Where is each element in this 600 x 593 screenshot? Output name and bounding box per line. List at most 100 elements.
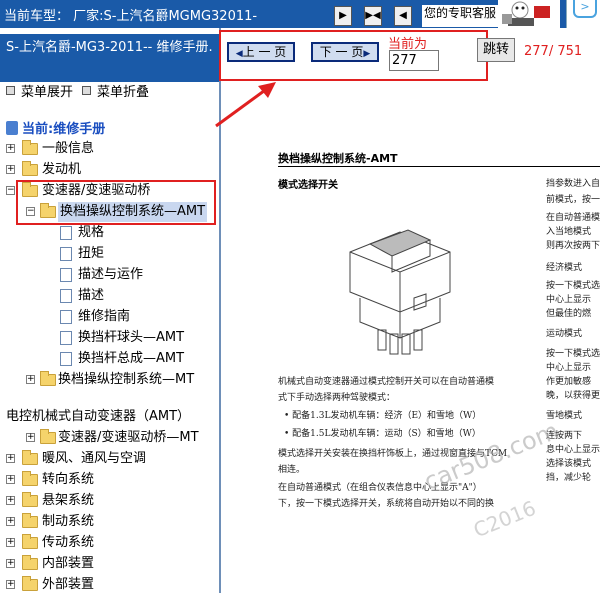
- doc-line: 按一下模式选: [546, 281, 600, 291]
- top-bar: 当前车型： 厂家:S-上汽名爵MGMG32011- ▶ ▶◀ ◀ 您的专职客服 …: [0, 0, 600, 28]
- tree-item-label: 换挡杆总成—AMT: [78, 351, 185, 366]
- tree-item-suspension[interactable]: + 悬架系统: [0, 491, 219, 511]
- tree-item-label: 内部装置: [42, 556, 95, 571]
- car-model-label: 当前车型： 厂家:S-上汽名爵MGMG32011-: [4, 9, 258, 24]
- doc-line: 则再次按两下: [546, 241, 600, 251]
- expand-toggle-icon[interactable]: +: [6, 454, 15, 463]
- expand-toggle-icon[interactable]: +: [6, 580, 15, 589]
- doc-line: 晚，以获得更: [546, 391, 600, 401]
- doc-line: 但最佳的燃: [546, 309, 592, 319]
- doc-line: 在自动普通模: [546, 213, 600, 223]
- tree-item-label: 外部装置: [42, 577, 95, 592]
- tree-item-repair-guide[interactable]: 维修指南: [0, 307, 219, 327]
- prev-page-button[interactable]: ◀上 一 页: [227, 42, 295, 62]
- document-title: 换档操纵控制系统-AMT: [278, 152, 398, 165]
- expand-toggle-icon[interactable]: +: [6, 559, 15, 568]
- expand-toggle-icon[interactable]: +: [26, 375, 35, 384]
- folder-icon: [22, 534, 38, 549]
- document-icon: [60, 226, 72, 240]
- page-number-input[interactable]: [389, 50, 439, 71]
- nav-first-button[interactable]: ▶: [334, 6, 352, 26]
- tree-item-shift-lever-assembly[interactable]: 换挡杆总成—AMT: [0, 349, 219, 369]
- collapse-toggle-icon[interactable]: −: [6, 186, 15, 195]
- expand-toggle-icon[interactable]: +: [6, 517, 15, 526]
- folder-icon: [40, 429, 56, 444]
- document-subtitle: 模式选择开关: [278, 180, 338, 191]
- current-root-node[interactable]: 当前:维修手册: [6, 118, 105, 137]
- doc-line: • 配备1.5L发动机车辆：运动（S）和雪地（W）: [284, 429, 481, 439]
- doc-line: • 配备1.3L发动机车辆：经济（E）和雪地（W）: [284, 411, 482, 421]
- expand-toggle-icon[interactable]: +: [6, 144, 15, 153]
- tree-item-drivetrain[interactable]: + 传动系统: [0, 533, 219, 553]
- highlight-box: [16, 180, 216, 225]
- folder-icon: [22, 450, 38, 465]
- doc-line: 经济模式: [546, 263, 583, 273]
- customer-service-text[interactable]: 您的专职客服: [422, 5, 498, 27]
- tree-item-label: 描述: [78, 288, 105, 303]
- expand-toggle-icon[interactable]: +: [6, 538, 15, 547]
- folder-icon: [22, 555, 38, 570]
- doc-line: 中心上显示: [546, 295, 592, 305]
- folder-icon: [22, 576, 38, 591]
- corner-widget[interactable]: >: [566, 0, 600, 28]
- tree-item-label: 传动系统: [42, 535, 95, 550]
- next-page-label: 下 一 页: [319, 45, 364, 59]
- expand-toggle-icon[interactable]: +: [6, 496, 15, 505]
- tree-item-description-operation[interactable]: 描述与运作: [0, 265, 219, 285]
- collapse-menu-label: 菜单折叠: [97, 85, 150, 100]
- doc-line: 挡参数进入自: [546, 179, 600, 189]
- document-icon: [60, 331, 72, 345]
- tree-item-mt-shift-control[interactable]: + 换档操纵控制系统—MT: [0, 370, 219, 390]
- collapse-menu-button[interactable]: 菜单折叠: [82, 81, 149, 100]
- folder-icon: [22, 471, 38, 486]
- annotation-arrow-icon: [215, 82, 276, 128]
- jump-button[interactable]: 跳转: [477, 38, 515, 62]
- nav-play-button[interactable]: ▶◀: [364, 6, 382, 26]
- tree-item-description[interactable]: 描述: [0, 286, 219, 306]
- tree-item-specs[interactable]: 规格: [0, 223, 219, 243]
- expand-toggle-icon[interactable]: +: [6, 165, 15, 174]
- tree-item-torque[interactable]: 扭矩: [0, 244, 219, 264]
- tree-item-steering[interactable]: + 转向系统: [0, 470, 219, 490]
- expand-toggle-icon[interactable]: +: [26, 433, 35, 442]
- expand-toggle-icon[interactable]: +: [6, 475, 15, 484]
- tree-item-brakes[interactable]: + 制动系统: [0, 512, 219, 532]
- doc-line: 入当地模式: [546, 227, 592, 237]
- expand-menu-button[interactable]: 菜单展开: [6, 81, 73, 100]
- tree-item-label: 暖风、通风与空调: [42, 451, 147, 466]
- manual-title: S-上汽名爵-MG3-2011-- 维修手册.: [0, 34, 219, 82]
- nav-last-button[interactable]: ◀: [394, 6, 412, 26]
- doc-line: 下，按一下模式选择开关，系统将自动开始以不同的换: [278, 499, 495, 509]
- tree-item-label: 扭矩: [78, 246, 105, 261]
- folder-icon: [22, 492, 38, 507]
- folder-icon: [22, 161, 38, 176]
- tree-item-shift-knob[interactable]: 换挡杆球头—AMT: [0, 328, 219, 348]
- doc-line: 中心上显示: [546, 363, 592, 373]
- folder-icon: [40, 371, 56, 386]
- title-rule: [278, 166, 600, 167]
- tree-item-hvac[interactable]: + 暖风、通风与空调: [0, 449, 219, 469]
- document-icon: [60, 310, 72, 324]
- prev-page-label: 上 一 页: [242, 45, 287, 59]
- doc-line: 运动模式: [546, 329, 583, 339]
- next-page-button[interactable]: 下 一 页▶: [311, 42, 379, 62]
- expand-menu-label: 菜单展开: [21, 85, 74, 100]
- tree-item-interior[interactable]: + 内部装置: [0, 554, 219, 574]
- tree-item-label: 制动系统: [42, 514, 95, 529]
- tree-item-label: 换挡杆球头—AMT: [78, 330, 185, 345]
- book-icon: [6, 121, 18, 135]
- tree-item-label: 规格: [78, 225, 105, 240]
- chevron-right-icon: >: [573, 0, 597, 18]
- tree-item-transmission-mt[interactable]: + 变速器/变速驱动桥—MT: [0, 428, 219, 448]
- folder-icon: [22, 513, 38, 528]
- tree-item-engine[interactable]: + 发动机: [0, 160, 219, 180]
- tree-item-exterior[interactable]: + 外部装置: [0, 575, 219, 593]
- current-root-label: 当前:维修手册: [22, 122, 106, 137]
- document-icon: [60, 268, 72, 282]
- document-icon: [60, 352, 72, 366]
- tree-item-general-info[interactable]: + 一般信息: [0, 139, 219, 159]
- doc-line: 作更加敏感: [546, 377, 592, 387]
- tree-item-amt[interactable]: 电控机械式自动变速器（AMT）: [0, 407, 219, 427]
- tree-item-label: 转向系统: [42, 472, 95, 487]
- collapse-icon: [82, 86, 91, 95]
